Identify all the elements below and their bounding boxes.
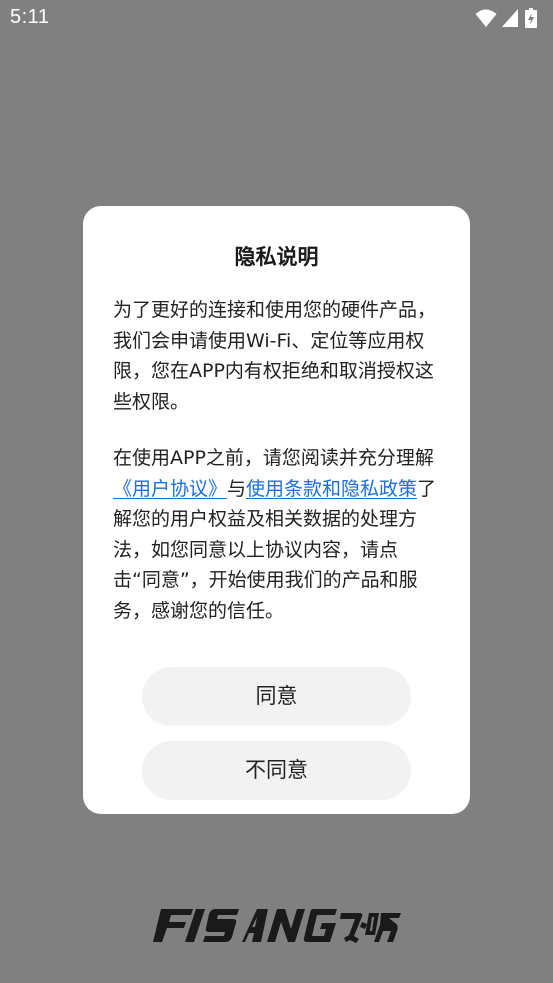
agree-button[interactable]: 同意 — [142, 667, 411, 726]
terms-privacy-link[interactable]: 使用条款和隐私政策 — [246, 478, 417, 500]
agreement-intro-text: 在使用APP之前，请您阅读并充分理解 — [113, 447, 434, 469]
dialog-title: 隐私说明 — [234, 245, 319, 269]
status-bar: 5:11 — [0, 0, 553, 38]
battery-charging-icon — [525, 8, 537, 28]
privacy-dialog: 隐私说明 为了更好的连接和使用您的硬件产品，我们会申请使用Wi-Fi、定位等应用… — [83, 206, 470, 814]
cellular-signal-icon — [502, 9, 518, 27]
status-icons — [475, 8, 545, 28]
user-agreement-link[interactable]: 《用户协议》 — [113, 478, 227, 500]
dialog-body: 为了更好的连接和使用您的硬件产品，我们会申请使用Wi-Fi、定位等应用权限，您在… — [113, 295, 443, 626]
agreement-paragraph: 在使用APP之前，请您阅读并充分理解《用户协议》与使用条款和隐私政策了解您的用户… — [113, 443, 443, 626]
fisang-brand-logo — [153, 909, 401, 943]
disagree-button[interactable]: 不同意 — [142, 741, 411, 800]
permission-paragraph: 为了更好的连接和使用您的硬件产品，我们会申请使用Wi-Fi、定位等应用权限，您在… — [113, 299, 437, 413]
status-time: 5:11 — [10, 6, 50, 28]
conjunction-text: 与 — [227, 477, 247, 500]
wifi-icon — [475, 9, 497, 27]
